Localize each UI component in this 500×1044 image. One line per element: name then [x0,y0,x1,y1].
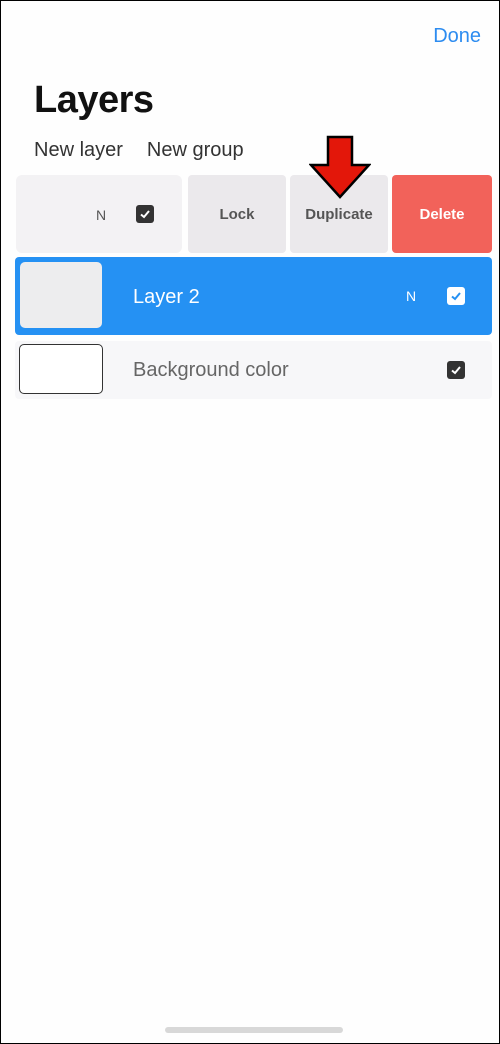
blend-mode-label[interactable]: N [96,207,106,223]
layers-panel: Done Layers New layer New group N Lock D… [0,0,500,1044]
home-indicator [165,1027,343,1033]
checkmark-icon [451,366,461,375]
done-button[interactable]: Done [433,25,481,48]
checkmark-icon [451,292,461,301]
swiped-layer-content[interactable]: N [16,175,182,253]
layer-thumbnail [19,344,103,394]
page-title: Layers [34,79,154,121]
layer-actions: New layer New group [34,139,244,162]
swiped-layer-row[interactable]: N Lock Duplicate Delete [16,175,492,255]
layer-name: Background color [133,359,289,381]
layer-thumbnail [20,262,102,328]
annotation-arrow-icon [309,135,371,199]
blend-mode-label[interactable]: N [406,288,416,304]
visibility-checkbox[interactable] [447,287,465,305]
layer-row-layer-2[interactable]: Layer 2 N [15,257,492,335]
visibility-checkbox[interactable] [136,205,154,223]
layer-row-background[interactable]: Background color [15,341,492,399]
lock-button[interactable]: Lock [188,175,286,253]
delete-button[interactable]: Delete [392,175,492,253]
checkmark-icon [140,210,150,219]
visibility-checkbox[interactable] [447,361,465,379]
layer-name: Layer 2 [133,286,200,308]
new-layer-button[interactable]: New layer [34,139,123,162]
new-group-button[interactable]: New group [147,139,244,162]
